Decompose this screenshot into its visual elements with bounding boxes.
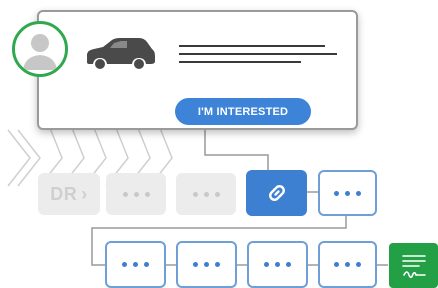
- signed-document-icon: [401, 254, 426, 278]
- car-icon: [87, 38, 155, 69]
- step-next[interactable]: [318, 170, 377, 216]
- ellipsis-icon: [334, 190, 361, 196]
- step-faded-2: [176, 173, 236, 215]
- ellipsis-icon: [122, 262, 149, 267]
- step-dr: DR ›: [38, 173, 100, 215]
- step-row2-1[interactable]: [105, 241, 166, 288]
- ellipsis-icon: [122, 191, 150, 197]
- text-lines-icon: [179, 45, 337, 63]
- im-interested-button[interactable]: I'M INTERESTED: [175, 98, 311, 125]
- lead-card: I'M INTERESTED: [37, 10, 358, 130]
- step-row2-4[interactable]: [318, 241, 377, 288]
- step-dr-arrow: ›: [81, 183, 88, 204]
- user-icon: [23, 34, 57, 70]
- ellipsis-icon: [193, 262, 220, 267]
- connector-card-to-link: [204, 130, 269, 170]
- step-faded-1: [106, 173, 166, 215]
- ellipsis-icon: [192, 191, 220, 197]
- step-row2-2[interactable]: [176, 241, 237, 288]
- ellipsis-icon: [264, 262, 291, 267]
- step-dr-label: DR: [50, 183, 78, 204]
- avatar: [12, 21, 68, 77]
- ellipsis-icon: [334, 262, 361, 267]
- step-row2-3[interactable]: [247, 241, 308, 288]
- step-signature[interactable]: [389, 243, 438, 288]
- link-icon: [268, 185, 285, 201]
- step-link[interactable]: [246, 170, 307, 216]
